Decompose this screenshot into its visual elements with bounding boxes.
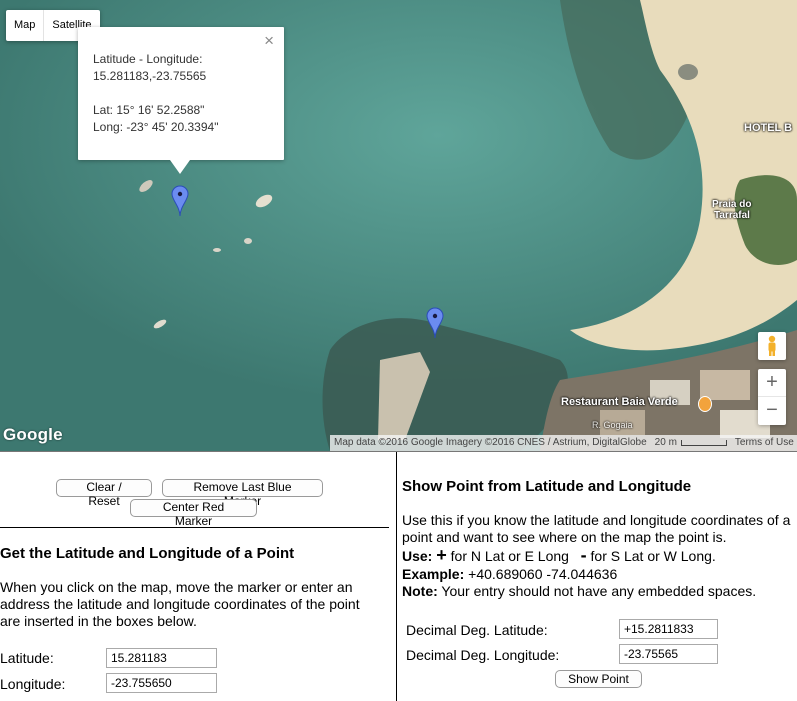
get-latlng-description: When you click on the map, move the mark… <box>0 579 360 629</box>
map-attribution: Map data ©2016 Google Imagery ©2016 CNES… <box>334 437 647 448</box>
show-point-panel: Show Point from Latitude and Longitude U… <box>396 452 797 701</box>
decimal-latitude-label: Decimal Deg. Latitude: <box>406 622 548 638</box>
beach-label-line1: Praia do <box>712 199 752 210</box>
use-label: Use: <box>402 548 433 564</box>
info-lat-dms: Lat: 15° 16' 52.2588" <box>93 103 205 117</box>
divider <box>0 527 389 528</box>
clear-reset-button[interactable]: Clear / Reset <box>56 479 152 508</box>
decimal-longitude-label: Decimal Deg. Longitude: <box>406 647 560 663</box>
info-latlng: 15.281183,-23.75565 <box>93 69 207 83</box>
map-canvas[interactable]: Map Satellite × Latitude - Longitude: 15… <box>0 0 797 451</box>
map-type-map-button[interactable]: Map <box>6 10 43 41</box>
minus-text: for S Lat or W Long. <box>586 548 716 564</box>
hotel-label: HOTEL B <box>744 122 793 134</box>
beach-label-line2: Tarrafal <box>714 210 750 221</box>
use-instructions: Use: + for N Lat or E Long - for S Lat o… <box>402 545 794 565</box>
zoom-in-button[interactable]: + <box>758 369 786 397</box>
close-icon[interactable]: × <box>264 32 274 50</box>
info-window-content: Latitude - Longitude: 15.281183,-23.7556… <box>93 51 218 136</box>
decimal-longitude-field[interactable] <box>619 644 718 664</box>
center-red-marker-button[interactable]: Center Red Marker <box>130 499 257 528</box>
restaurant-label: Restaurant Baia Verde <box>561 396 678 408</box>
info-window: × Latitude - Longitude: 15.281183,-23.75… <box>78 27 284 174</box>
remove-last-blue-marker-button[interactable]: Remove Last Blue Marker <box>162 479 323 508</box>
note-line: Note: Your entry should not have any emb… <box>402 583 794 600</box>
example-line: Example: +40.689060 -74.044636 <box>402 566 794 583</box>
show-point-intro: Use this if you know the latitude and lo… <box>402 512 791 545</box>
plus-symbol: + <box>436 545 447 565</box>
info-title: Latitude - Longitude: <box>93 52 203 66</box>
get-latlng-heading: Get the Latitude and Longitude of a Poin… <box>0 545 295 562</box>
latitude-field[interactable] <box>106 648 217 668</box>
longitude-label: Longitude: <box>0 676 66 692</box>
terms-link[interactable]: Terms of Use <box>731 435 797 451</box>
blue-marker-icon[interactable] <box>426 307 444 339</box>
longitude-field[interactable] <box>106 673 217 693</box>
note-text: Your entry should not have any embedded … <box>437 583 757 599</box>
info-lng-dms: Long: -23° 45' 20.3394" <box>93 120 219 134</box>
note-label: Note: <box>402 583 438 599</box>
decimal-latitude-field[interactable] <box>619 619 718 639</box>
map-attribution-bar: Map data ©2016 Google Imagery ©2016 CNES… <box>330 435 797 451</box>
get-latlng-panel: Clear / Reset Remove Last Blue Marker Ce… <box>0 452 396 701</box>
zoom-out-button[interactable]: − <box>758 397 786 424</box>
scale-bar[interactable]: 20 m <box>651 435 731 451</box>
latitude-label: Latitude: <box>0 650 54 666</box>
google-logo: Google <box>3 425 63 444</box>
pegman-icon[interactable] <box>758 332 786 360</box>
road-label: R. Gogaia <box>592 420 633 430</box>
scale-label: 20 m <box>654 437 677 448</box>
blue-marker-icon[interactable] <box>171 185 189 217</box>
plus-text: for N Lat or E Long <box>446 548 569 564</box>
restaurant-icon <box>698 396 712 412</box>
example-text: +40.689060 -74.044636 <box>464 566 618 582</box>
zoom-control: + − <box>758 369 786 425</box>
show-point-heading: Show Point from Latitude and Longitude <box>402 478 692 495</box>
show-point-button[interactable]: Show Point <box>555 670 642 688</box>
example-label: Example: <box>402 566 465 582</box>
